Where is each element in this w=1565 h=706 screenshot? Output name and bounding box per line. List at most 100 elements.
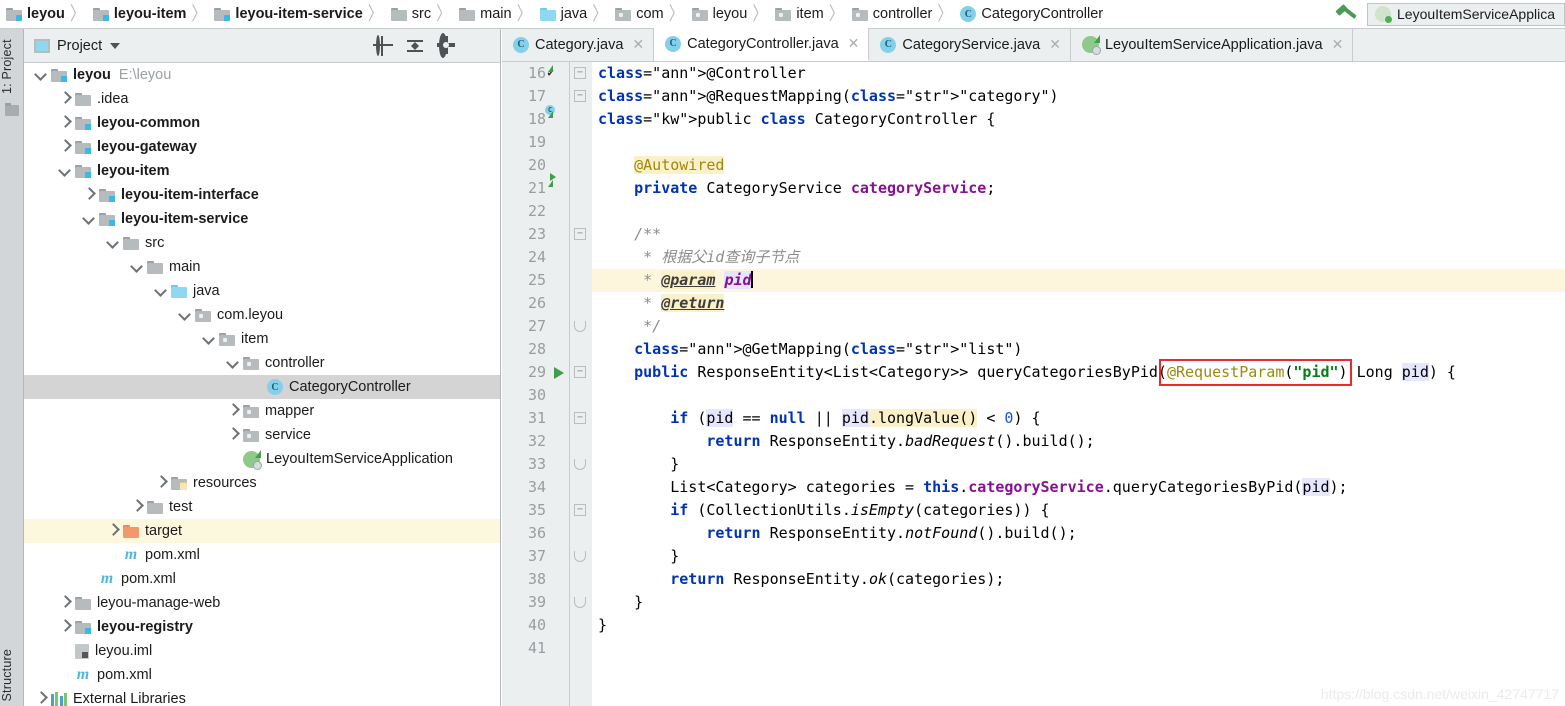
chevron-right-icon[interactable] xyxy=(34,692,48,706)
tool-button-project[interactable]: 1: Project xyxy=(0,33,24,101)
tree-item-test[interactable]: test xyxy=(24,495,500,519)
code-editor[interactable]: 16− class="ann">@Controller 17− class="ann"… xyxy=(502,62,1565,706)
chevron-right-icon[interactable] xyxy=(82,188,96,202)
run-configuration-selector[interactable]: LeyouItemServiceApplica xyxy=(1367,2,1565,26)
code-line-37[interactable]: 37 } xyxy=(502,545,1565,568)
tree-item-resources[interactable]: resources xyxy=(24,471,500,495)
tree-item-categorycontroller[interactable]: C CategoryController xyxy=(24,375,500,399)
fold-collapse-icon[interactable]: − xyxy=(574,90,586,102)
fold-collapse-icon[interactable]: − xyxy=(574,412,586,424)
tree-item-main[interactable]: main xyxy=(24,255,500,279)
breadcrumb-item-leyou-item[interactable]: leyou-item xyxy=(87,0,190,28)
code-line-29[interactable]: 29 − public ResponseEntity<List<Category>… xyxy=(502,361,1565,384)
hide-panel-icon[interactable] xyxy=(470,37,488,55)
fold-collapse-icon[interactable]: − xyxy=(574,67,586,79)
code-line-25[interactable]: 25 * @param pid xyxy=(502,269,1565,292)
code-line-18[interactable]: 18 Cclass="kw">public class CategoryContr… xyxy=(502,105,1565,131)
close-icon[interactable]: ✕ xyxy=(632,36,644,53)
code-line-31[interactable]: 31 − if (pid == null || pid.longValue() <… xyxy=(502,407,1565,430)
tree-item-java[interactable]: java xyxy=(24,279,500,303)
locate-file-icon[interactable] xyxy=(374,34,392,56)
tree-item-external-libraries[interactable]: External Libraries xyxy=(24,687,500,706)
code-line-28[interactable]: 28 class="ann">@GetMapping(class="str">"… xyxy=(502,338,1565,361)
code-line-19[interactable]: 19 xyxy=(502,131,1565,154)
tool-button-structure[interactable]: 7: Structure xyxy=(0,634,24,706)
build-hammer-icon[interactable] xyxy=(1333,3,1361,25)
tree-item-leyou-item-service[interactable]: leyou-item-service xyxy=(24,207,500,231)
chevron-right-icon[interactable] xyxy=(58,92,72,106)
code-line-24[interactable]: 24 * 根据父id查询子节点 xyxy=(502,246,1565,269)
tree-item-leyou-common[interactable]: leyou-common xyxy=(24,111,500,135)
tree-item-item[interactable]: item xyxy=(24,327,500,351)
code-line-20[interactable]: 20 @Autowired xyxy=(502,154,1565,177)
chevron-down-icon[interactable] xyxy=(82,212,96,226)
chevron-right-icon[interactable] xyxy=(58,620,72,634)
chevron-down-icon[interactable] xyxy=(226,356,240,370)
close-icon[interactable]: ✕ xyxy=(1049,36,1061,53)
tree-item-src[interactable]: src xyxy=(24,231,500,255)
code-line-26[interactable]: 26 * @return xyxy=(502,292,1565,315)
code-line-27[interactable]: 27 */ xyxy=(502,315,1565,338)
tree-item-com-leyou[interactable]: com.leyou xyxy=(24,303,500,327)
fold-end-icon[interactable] xyxy=(574,597,586,608)
breadcrumb-item-item[interactable]: item xyxy=(769,0,826,28)
editor-tab-leyouitemserviceapplication-java[interactable]: LeyouItemServiceApplication.java ✕ xyxy=(1071,28,1354,61)
chevron-down-icon[interactable] xyxy=(58,164,72,178)
chevron-down-icon[interactable] xyxy=(178,308,192,322)
chevron-down-icon[interactable] xyxy=(34,68,48,82)
project-file-tree[interactable]: leyou E:\leyou .idea leyou-common leyou-gate… xyxy=(24,63,500,706)
tree-item-service[interactable]: service xyxy=(24,423,500,447)
chevron-right-icon[interactable] xyxy=(58,140,72,154)
breadcrumb-item-categorycontroller[interactable]: C CategoryController xyxy=(954,0,1106,28)
chevron-down-icon[interactable] xyxy=(130,260,144,274)
tree-item-target[interactable]: target xyxy=(24,519,500,543)
tree-item-leyou-manage-web[interactable]: leyou-manage-web xyxy=(24,591,500,615)
tree-item-leyou[interactable]: leyou E:\leyou xyxy=(24,63,500,87)
breadcrumb-item-leyou-item-service[interactable]: leyou-item-service xyxy=(208,0,365,28)
code-line-23[interactable]: 23 − /** xyxy=(502,223,1565,246)
chevron-right-icon[interactable] xyxy=(130,500,144,514)
chevron-right-icon[interactable] xyxy=(106,524,120,538)
breadcrumb-item-leyou[interactable]: leyou xyxy=(686,0,751,28)
fold-collapse-icon[interactable]: − xyxy=(574,366,586,378)
chevron-right-icon[interactable] xyxy=(58,596,72,610)
breadcrumb-item-java[interactable]: java xyxy=(534,0,591,28)
editor-tab-category-java[interactable]: C Category.java ✕ xyxy=(502,28,655,61)
tree-item-leyou-item-interface[interactable]: leyou-item-interface xyxy=(24,183,500,207)
breadcrumb-item-main[interactable]: main xyxy=(453,0,514,28)
code-line-16[interactable]: 16 − class="ann">@Controller xyxy=(502,62,1565,85)
tree-item-pom-xml[interactable]: m pom.xml xyxy=(24,663,500,687)
chevron-down-icon[interactable] xyxy=(110,42,121,49)
chevron-right-icon[interactable] xyxy=(226,404,240,418)
tree-item--idea[interactable]: .idea xyxy=(24,87,500,111)
run-icon[interactable] xyxy=(554,367,564,379)
code-line-38[interactable]: 38 return ResponseEntity.ok(categories); xyxy=(502,568,1565,591)
chevron-down-icon[interactable] xyxy=(154,284,168,298)
breadcrumb-item-leyou[interactable]: leyou xyxy=(0,0,68,28)
code-line-35[interactable]: 35 − if (CollectionUtils.isEmpty(categori… xyxy=(502,499,1565,522)
tree-item-pom-xml[interactable]: m pom.xml xyxy=(24,543,500,567)
editor-tab-categorycontroller-java[interactable]: C CategoryController.java ✕ xyxy=(654,28,870,61)
code-line-41[interactable]: 41 xyxy=(502,637,1565,660)
close-icon[interactable]: ✕ xyxy=(1332,36,1344,53)
close-icon[interactable]: ✕ xyxy=(848,35,860,52)
code-line-34[interactable]: 34 List<Category> categories = this.cate… xyxy=(502,476,1565,499)
breadcrumb-item-controller[interactable]: controller xyxy=(846,0,936,28)
fold-collapse-icon[interactable]: − xyxy=(574,228,586,240)
collapse-all-icon[interactable] xyxy=(406,37,424,55)
code-line-30[interactable]: 30 xyxy=(502,384,1565,407)
breadcrumb-item-com[interactable]: com xyxy=(609,0,666,28)
tree-item-leyou-item[interactable]: leyou-item xyxy=(24,159,500,183)
editor-tab-categoryservice-java[interactable]: C CategoryService.java ✕ xyxy=(869,28,1071,61)
chevron-down-icon[interactable] xyxy=(202,332,216,346)
code-line-33[interactable]: 33 } xyxy=(502,453,1565,476)
tree-item-leyou-registry[interactable]: leyou-registry xyxy=(24,615,500,639)
code-line-40[interactable]: 40} xyxy=(502,614,1565,637)
fold-end-icon[interactable] xyxy=(574,551,586,562)
tree-item-leyou-iml[interactable]: leyou.iml xyxy=(24,639,500,663)
chevron-down-icon[interactable] xyxy=(106,236,120,250)
fold-collapse-icon[interactable]: − xyxy=(574,504,586,516)
code-line-17[interactable]: 17 − class="ann">@RequestMapping(class="st… xyxy=(502,85,1565,108)
chevron-right-icon[interactable] xyxy=(58,116,72,130)
code-line-39[interactable]: 39 } xyxy=(502,591,1565,614)
